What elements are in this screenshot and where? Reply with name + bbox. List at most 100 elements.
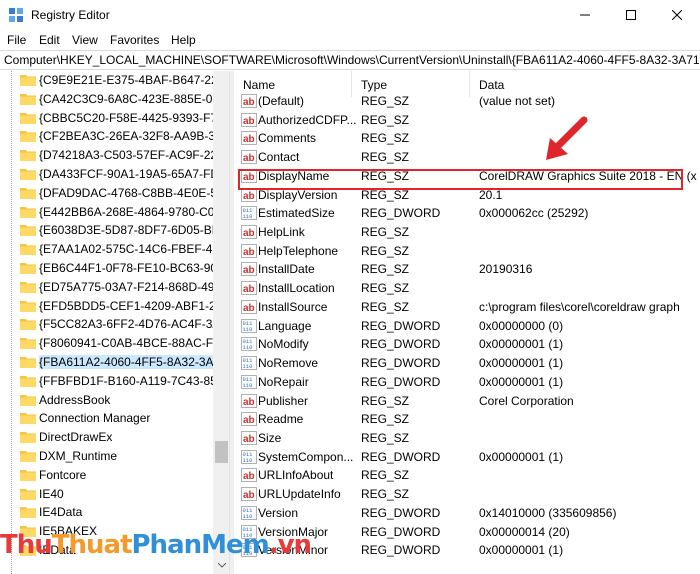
value-row[interactable]: ab HelpLink REG_SZ xyxy=(234,223,700,242)
string-value-icon: ab xyxy=(241,468,257,483)
value-row[interactable]: ab URLUpdateInfo REG_SZ xyxy=(234,485,700,504)
tree-item[interactable]: {ED75A775-03A7-F214-868D-4977 xyxy=(0,278,228,296)
tree-item-label: {FBA611A2-4060-4FF5-8A32-3A71 xyxy=(39,355,227,369)
value-row[interactable]: ab Contact REG_SZ xyxy=(234,148,700,167)
highlight-box xyxy=(238,169,683,190)
value-row[interactable]: 011 110 NoRepair REG_DWORD 0x00000001 (1) xyxy=(234,373,700,392)
tree-item[interactable]: IE40 xyxy=(0,485,212,503)
value-row[interactable]: 011 110 NoModify REG_DWORD 0x00000001 (1) xyxy=(234,335,700,354)
string-value-icon: ab xyxy=(241,112,257,127)
folder-icon xyxy=(20,300,36,312)
menu-view[interactable]: View xyxy=(72,33,98,47)
tree-item-label: {D74218A3-C503-57EF-AC9F-2220 xyxy=(39,148,230,163)
watermark-part-2: Thuat xyxy=(51,530,133,560)
values-list[interactable]: Name Type Data ab (Default) REG_SZ (value n… xyxy=(234,71,700,574)
value-type: REG_SZ xyxy=(361,150,410,165)
value-row[interactable]: ab Publisher REG_SZ Corel Corporation xyxy=(234,392,700,411)
tree-item[interactable]: Connection Manager xyxy=(0,409,212,427)
tree-item[interactable]: DXM_Runtime xyxy=(0,447,212,465)
tree-item[interactable]: {E7AA1A02-575C-14C6-FBEF-4BE xyxy=(0,240,228,258)
value-row[interactable]: 011 110 Version REG_DWORD 0x14010000 (335609… xyxy=(234,504,700,523)
value-row[interactable]: ab (Default) REG_SZ (value not set) xyxy=(234,92,700,111)
tree-item[interactable]: {EB6C44F1-0F78-FE10-BC63-90BA xyxy=(0,259,229,277)
tree-item-label: AddressBook xyxy=(39,392,111,407)
close-button[interactable] xyxy=(654,0,700,30)
value-name: Comments xyxy=(258,131,317,146)
tree-item[interactable]: {DA433FCF-90A1-19A5-65A7-FDF xyxy=(0,165,226,183)
value-type: REG_SZ xyxy=(361,430,410,445)
tree-item[interactable]: {F5CC82A3-6FF2-4D76-AC4F-3A7 xyxy=(0,315,227,333)
folder-icon xyxy=(20,93,36,105)
minimize-button[interactable] xyxy=(562,0,608,30)
value-data: 0x00000001 (1) xyxy=(479,337,564,352)
tree-item[interactable]: DirectDrawEx xyxy=(0,428,212,446)
value-row[interactable]: 011 110 SystemCompon... REG_DWORD 0x00000001… xyxy=(234,448,700,467)
svg-text:ab: ab xyxy=(243,265,255,276)
tree-item[interactable]: {CF2BEA3C-26EA-32F8-AA9B-331 xyxy=(0,127,228,145)
value-data: 0x00000000 (0) xyxy=(479,318,564,333)
folder-icon xyxy=(20,488,36,500)
value-type: REG_SZ xyxy=(361,393,410,408)
tree-scrollbar[interactable] xyxy=(213,71,229,574)
svg-text:ab: ab xyxy=(243,97,255,108)
value-name: HelpLink xyxy=(258,225,305,240)
tree-item[interactable]: {CA42C3C9-6A8C-423E-885E-064I xyxy=(0,90,229,108)
tree-item[interactable]: {E6038D3E-5D87-8DF7-6D05-BE75 xyxy=(0,221,229,239)
title-bar: Registry Editor xyxy=(0,0,700,30)
key-tree[interactable]: {C9E9E21E-E375-4BAF-B647-22AB {CA42C3C9-6… xyxy=(0,71,230,574)
tree-item[interactable]: {EFD5BDD5-CEF1-4209-ABF1-238 xyxy=(0,297,229,315)
value-type: REG_DWORD xyxy=(361,543,441,558)
tree-item[interactable]: {FFBFBD1F-B160-A119-7C43-8584 xyxy=(0,372,229,390)
tree-item[interactable]: {D74218A3-C503-57EF-AC9F-2220 xyxy=(0,146,229,164)
value-row[interactable]: ab AuthorizedCDFP... REG_SZ xyxy=(234,111,700,130)
folder-icon xyxy=(20,244,36,256)
tree-item[interactable]: {CBBC5C20-F58E-4425-9393-F77D xyxy=(0,109,229,127)
tree-item-label: {F5CC82A3-6FF2-4D76-AC4F-3A7 xyxy=(39,317,228,332)
tree-item-label: {CBBC5C20-F58E-4425-9393-F77D xyxy=(39,110,230,125)
value-data: 0x00000001 (1) xyxy=(479,543,564,558)
value-row[interactable]: 011 110 Language REG_DWORD 0x00000000 (0) xyxy=(234,317,700,336)
svg-text:ab: ab xyxy=(243,247,255,258)
tree-item[interactable]: {DFAD9DAC-4768-C8BB-4E0E-523 xyxy=(0,184,229,202)
address-bar[interactable]: Computer\HKEY_LOCAL_MACHINE\SOFTWARE\Mic… xyxy=(0,50,700,70)
value-row[interactable]: ab InstallLocation REG_SZ xyxy=(234,279,700,298)
tree-item[interactable]: {FBA611A2-4060-4FF5-8A32-3A71 xyxy=(0,353,227,371)
tree-item-label: {EFD5BDD5-CEF1-4209-ABF1-238 xyxy=(39,298,230,313)
scrollbar-thumb[interactable] xyxy=(215,441,228,463)
menu-file[interactable]: File xyxy=(7,33,26,47)
tree-item[interactable]: AddressBook xyxy=(0,391,212,409)
value-row[interactable]: 011 110 EstimatedSize REG_DWORD 0x000062cc (… xyxy=(234,204,700,223)
string-value-icon: ab xyxy=(241,281,257,296)
value-row[interactable]: ab Size REG_SZ xyxy=(234,429,700,448)
value-type: REG_SZ xyxy=(361,468,410,483)
value-row[interactable]: 011 110 NoRemove REG_DWORD 0x00000001 (1) xyxy=(234,354,700,373)
value-row[interactable]: ab Comments REG_SZ xyxy=(234,129,700,148)
tree-item-label: {EB6C44F1-0F78-FE10-BC63-90BA xyxy=(39,261,230,275)
value-type: REG_SZ xyxy=(361,112,410,127)
maximize-icon xyxy=(626,10,636,20)
value-row[interactable]: ab InstallDate REG_SZ 20190316 xyxy=(234,260,700,279)
tree-item[interactable]: {F8060941-C0AB-4BCE-88AC-F2FI xyxy=(0,334,229,352)
value-row[interactable]: ab Readme REG_SZ xyxy=(234,410,700,429)
tree-item[interactable]: IE4Data xyxy=(0,503,212,521)
tree-item[interactable]: Fontcore xyxy=(0,466,212,484)
menu-edit[interactable]: Edit xyxy=(39,33,60,47)
svg-text:ab: ab xyxy=(243,303,255,314)
tree-item-label: {DA433FCF-90A1-19A5-65A7-FDF xyxy=(39,167,227,181)
menu-help[interactable]: Help xyxy=(171,33,196,47)
menu-favorites[interactable]: Favorites xyxy=(110,33,159,47)
maximize-button[interactable] xyxy=(608,0,654,30)
column-data-label: Data xyxy=(479,78,505,92)
value-data: 0x00000001 (1) xyxy=(479,356,564,371)
value-row[interactable]: ab InstallSource REG_SZ c:\program files\co… xyxy=(234,298,700,317)
svg-text:ab: ab xyxy=(243,397,255,408)
tree-item[interactable]: {E442BB6A-268E-4864-9780-C0A4 xyxy=(0,203,229,221)
value-data: 0x00000001 (1) xyxy=(479,374,564,389)
svg-text:ab: ab xyxy=(243,434,255,445)
tree-item-label: {E442BB6A-268E-4864-9780-C0A4 xyxy=(39,204,230,219)
watermark-part-1: Thu xyxy=(0,530,53,560)
value-name: Version xyxy=(258,505,299,520)
tree-item[interactable]: {C9E9E21E-E375-4BAF-B647-22AB xyxy=(0,71,229,89)
value-row[interactable]: ab HelpTelephone REG_SZ xyxy=(234,242,700,261)
value-row[interactable]: ab URLInfoAbout REG_SZ xyxy=(234,466,700,485)
